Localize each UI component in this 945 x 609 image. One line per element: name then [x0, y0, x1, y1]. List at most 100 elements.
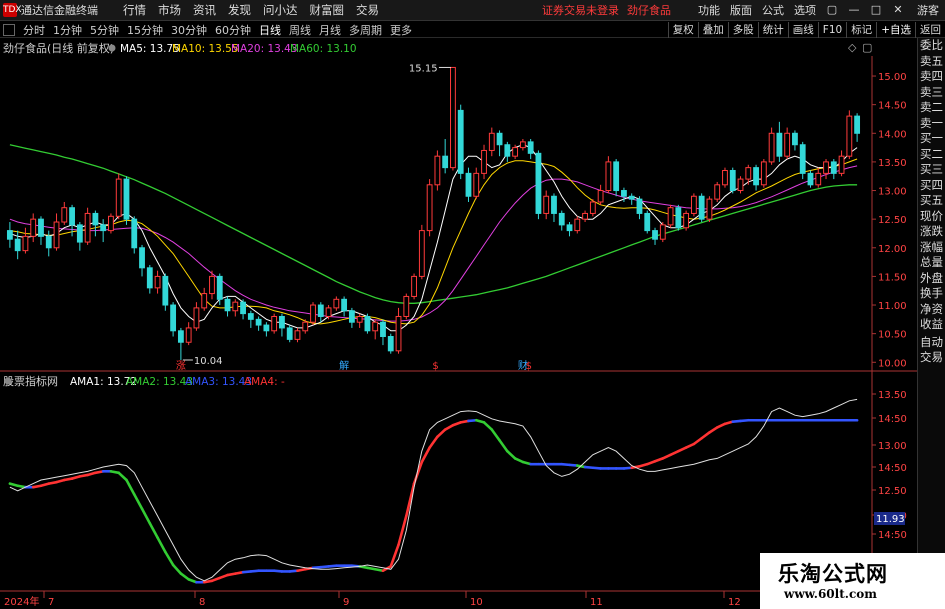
period-30min[interactable]: 30分钟 [171, 22, 207, 38]
side-panel-item[interactable]: 现价 [918, 209, 945, 225]
side-panel-item[interactable]: 卖五 [918, 54, 945, 70]
candle [636, 196, 643, 220]
candle [597, 184, 604, 205]
draw-line-button[interactable]: 画线 [787, 22, 818, 38]
guest-user[interactable]: 游客 [917, 2, 939, 18]
login-status[interactable]: 证券交易未登录 [542, 4, 619, 17]
candle-body [380, 321, 386, 338]
restore-icon[interactable]: ▢ [823, 2, 841, 18]
side-panel-item[interactable]: 收益 [918, 317, 945, 333]
candle-body [224, 298, 231, 312]
period-5min[interactable]: 5分钟 [90, 22, 119, 38]
menu-formula[interactable]: 公式 [762, 2, 784, 18]
side-panel-item[interactable]: 买四 [918, 178, 945, 194]
side-panel-item[interactable]: 总量 [918, 255, 945, 271]
side-panel-item[interactable]: 卖二 [918, 100, 945, 116]
sub-y-tick-label: 14:50 [878, 414, 907, 425]
side-panel-item[interactable]: 净资 [918, 302, 945, 318]
side-panel-item[interactable]: 买二 [918, 147, 945, 163]
period-more[interactable]: 更多 [390, 22, 412, 38]
menu-news[interactable]: 资讯 [193, 2, 216, 18]
event-marker[interactable]: $ [526, 361, 532, 372]
side-panel-item[interactable]: 交易 [918, 350, 945, 366]
period-weekly[interactable]: 周线 [289, 22, 311, 38]
candle [760, 159, 767, 188]
period-intraday[interactable]: 分时 [23, 22, 45, 38]
y-tick-label: 13.00 [878, 187, 907, 198]
diamond-icon[interactable]: ◇ [848, 41, 857, 54]
add-watchlist-button[interactable]: +自选 [876, 22, 915, 38]
candle [792, 130, 798, 151]
menu-wealth[interactable]: 财富圈 [310, 2, 345, 18]
maximize-icon[interactable]: □ [867, 2, 885, 18]
candle [333, 296, 340, 311]
window-icon[interactable]: ▢ [862, 41, 872, 54]
period-15min[interactable]: 15分钟 [127, 22, 163, 38]
toolbar-toggle-icon[interactable] [3, 23, 15, 36]
menu-quotes[interactable]: 行情 [123, 2, 146, 18]
main-y-axis: 15.00 14.50 14.00 13.50 13.00 12.50 12.00 11.50… [872, 72, 907, 369]
ama-trend-segment [140, 507, 152, 525]
side-panel-item[interactable]: 买一 [918, 131, 945, 147]
ama-trend-segment [420, 446, 431, 464]
login-notice[interactable]: 证券交易未登录 劲仔食品 [542, 2, 679, 18]
event-marker[interactable]: 解 [339, 359, 349, 372]
side-panel-item[interactable]: 外盘 [918, 271, 945, 287]
ama-trend-segment [708, 426, 719, 434]
close-icon[interactable]: ✕ [889, 2, 907, 18]
indicator-dot-icon[interactable] [108, 44, 116, 52]
menu-trade[interactable]: 交易 [356, 2, 379, 18]
candle [310, 302, 316, 326]
period-60min[interactable]: 60分钟 [215, 22, 251, 38]
overlay-button[interactable]: 叠加 [697, 22, 728, 38]
side-panel-item[interactable]: 换手 [918, 286, 945, 302]
candle [644, 210, 651, 234]
candle-body [512, 147, 519, 157]
candle [279, 313, 285, 337]
candle [162, 273, 169, 311]
candle-body [551, 195, 557, 214]
menu-layout[interactable]: 版面 [730, 2, 752, 18]
candle [317, 302, 324, 323]
candle [380, 319, 386, 346]
candle [830, 159, 837, 180]
event-marker[interactable]: $ [432, 361, 438, 372]
f10-button[interactable]: F10 [817, 22, 846, 38]
side-panel-item[interactable]: 买五 [918, 193, 945, 209]
mark-button[interactable]: 标记 [846, 22, 876, 38]
side-panel-item[interactable]: 卖四 [918, 69, 945, 85]
candle [551, 193, 557, 223]
main-chart-title: 劲仔食品(日线 前复权) [3, 41, 114, 55]
period-monthly[interactable]: 月线 [319, 22, 341, 38]
candle [605, 156, 612, 194]
chart-area[interactable]: 劲仔食品(日线 前复权) MA5: 13.75 MA10: 13.55 MA20… [0, 38, 917, 609]
candle [706, 196, 713, 223]
menu-discover[interactable]: 发现 [228, 2, 251, 18]
watermark-cn: 乐淘公式网 [778, 561, 888, 586]
ama-trend-segment [498, 439, 509, 453]
sub-indicator-dot-icon[interactable] [4, 377, 12, 385]
event-marker[interactable]: 涨 [176, 360, 186, 372]
period-daily[interactable]: 日线 [259, 22, 281, 38]
side-panel-item[interactable]: 卖三 [918, 85, 945, 101]
side-panel-item[interactable]: 委比 [918, 38, 945, 54]
multi-stock-button[interactable]: 多股 [727, 22, 758, 38]
side-panel-item[interactable]: 买三 [918, 162, 945, 178]
menu-options[interactable]: 选项 [794, 2, 816, 18]
side-panel-item[interactable]: 卖一 [918, 116, 945, 132]
side-panel-item[interactable]: 自动 [918, 335, 945, 351]
side-panel-item[interactable]: 涨跌 [918, 224, 945, 240]
candle-body [488, 132, 495, 151]
period-multi[interactable]: 多周期 [349, 22, 382, 38]
side-panel-item[interactable]: 涨幅 [918, 240, 945, 256]
back-button[interactable]: 返回 [915, 22, 945, 38]
ama-trend-segment [164, 550, 175, 567]
adjust-button[interactable]: 复权 [667, 22, 698, 38]
menu-ask[interactable]: 问小达 [263, 2, 298, 18]
menu-functions[interactable]: 功能 [698, 2, 720, 18]
candle [488, 127, 495, 157]
period-1min[interactable]: 1分钟 [53, 22, 82, 38]
menu-market[interactable]: 市场 [158, 2, 181, 18]
statistics-button[interactable]: 统计 [757, 22, 788, 38]
minimize-icon[interactable]: — [845, 2, 863, 18]
